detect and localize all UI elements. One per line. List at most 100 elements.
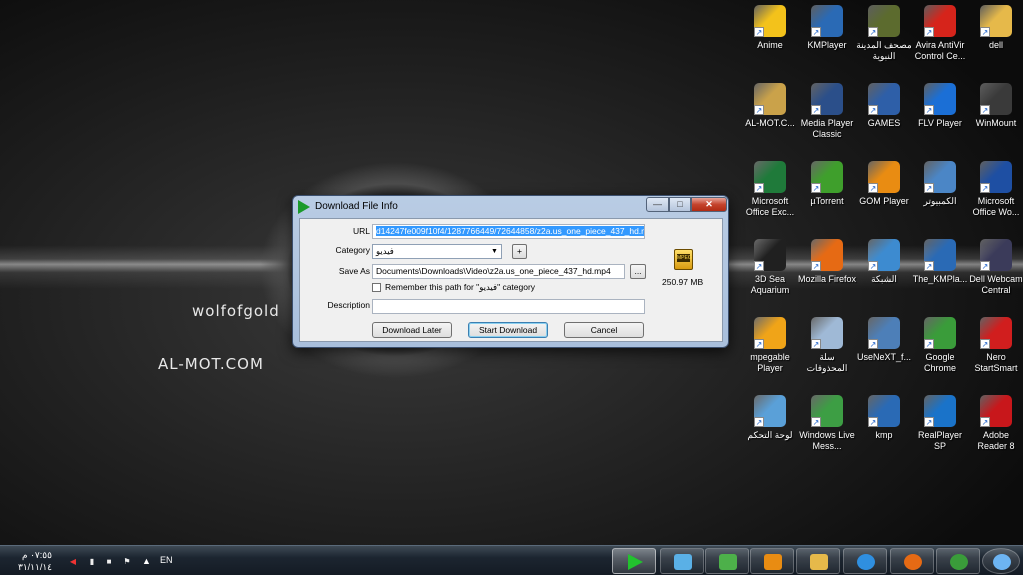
shortcut-arrow-icon: ↗ <box>811 105 821 115</box>
speaker-muted-icon[interactable]: ◀ <box>68 557 78 566</box>
desktop-icon[interactable]: ↗ RealPlayer SP <box>911 395 969 452</box>
desktop-icon[interactable]: ↗ Microsoft Office Exc... <box>741 161 799 218</box>
download-file-info-dialog: Download File Info — □ ✕ URL d14247fe009… <box>292 195 729 348</box>
desktop-icon[interactable]: ↗ Microsoft Office Wo... <box>967 161 1023 218</box>
adobe-reader-icon: ↗ <box>980 395 1012 427</box>
remember-path-label: Remember this path for "فيديو" category <box>385 282 536 292</box>
minimize-button[interactable]: — <box>646 197 669 212</box>
desktop-icon-label: Avira AntiVir Control Ce... <box>914 40 966 61</box>
chrome-icon <box>950 554 968 570</box>
shortcut-arrow-icon: ↗ <box>868 339 878 349</box>
desktop-icon[interactable]: ↗ WinMount <box>967 83 1023 129</box>
desktop-icon[interactable]: ↗ UseNeXT_f... <box>855 317 913 363</box>
shortcut-arrow-icon: ↗ <box>924 261 934 271</box>
desktop-icon[interactable]: ↗ Anime <box>741 5 799 51</box>
shortcut-arrow-icon: ↗ <box>924 339 934 349</box>
save-as-label: Save As <box>338 266 370 276</box>
taskbar-media[interactable] <box>750 548 794 574</box>
taskbar-idm[interactable] <box>612 548 656 574</box>
network-icon: ↗ <box>868 239 900 271</box>
action-center-flag-icon[interactable]: ⚑ <box>122 557 132 566</box>
mpegable-icon: ↗ <box>754 317 786 349</box>
desktop-icon[interactable]: ↗ Adobe Reader 8 <box>967 395 1023 452</box>
shortcut-arrow-icon: ↗ <box>868 417 878 427</box>
desktop-icon[interactable]: ↗ dell <box>967 5 1023 51</box>
download-later-button[interactable]: Download Later <box>372 322 452 338</box>
firefox-icon <box>904 554 922 570</box>
taskbar-paint[interactable] <box>660 548 704 574</box>
desktop-icon[interactable]: ↗ لوحة التحكم <box>741 395 799 441</box>
desktop-icon[interactable]: ↗ Media Player Classic <box>798 83 856 140</box>
desktop-icon[interactable]: ↗ مصحف المدينة النبوية <box>855 5 913 62</box>
close-button[interactable]: ✕ <box>691 197 727 212</box>
shortcut-arrow-icon: ↗ <box>980 27 990 37</box>
shortcut-arrow-icon: ↗ <box>754 183 764 193</box>
desktop-icon[interactable]: ↗ Avira AntiVir Control Ce... <box>911 5 969 62</box>
remember-path-checkbox[interactable] <box>372 283 381 292</box>
folder-icon <box>810 554 828 570</box>
desktop-icon-label: FLV Player <box>918 118 962 128</box>
games-folder-icon: ↗ <box>868 83 900 115</box>
desktop-icon[interactable]: ↗ mpegable Player <box>741 317 799 374</box>
browse-button[interactable]: ... <box>630 264 646 279</box>
battery-icon[interactable]: ■ <box>104 557 114 566</box>
desktop-icon[interactable]: ↗ AL-MOT.C... <box>741 83 799 129</box>
clock-time[interactable]: ٠٧:٥٥ م <box>22 550 52 561</box>
shortcut-arrow-icon: ↗ <box>924 105 934 115</box>
desktop-icon[interactable]: ↗ kmp <box>855 395 913 441</box>
taskbar-start[interactable] <box>982 548 1020 574</box>
shortcut-arrow-icon: ↗ <box>980 339 990 349</box>
language-indicator[interactable]: EN <box>160 555 173 565</box>
category-label: Category <box>335 245 371 255</box>
shortcut-arrow-icon: ↗ <box>980 417 990 427</box>
signal-icon[interactable]: ▮ <box>87 557 97 566</box>
taskbar-chrome[interactable] <box>936 548 980 574</box>
desktop-icon-label: WinMount <box>975 118 1017 128</box>
desktop-icon[interactable]: ↗ الشبكة <box>855 239 913 285</box>
desktop-icon[interactable]: ↗ Nero StartSmart <box>967 317 1023 374</box>
add-category-button[interactable]: + <box>512 244 527 259</box>
category-select[interactable]: فيديو ▼ <box>372 244 502 259</box>
desktop-icon[interactable]: ↗ GOM Player <box>855 161 913 207</box>
taskbar-messenger[interactable] <box>705 548 749 574</box>
taskbar-firefox[interactable] <box>890 548 934 574</box>
recycle-bin-icon: ↗ <box>811 317 843 349</box>
folder-icon: ↗ <box>980 5 1012 37</box>
taskbar: ٠٧:٥٥ م ٣١/١١/١٤ ◀ ▮ ■ ⚑ ▲ EN <box>0 545 1023 575</box>
shortcut-arrow-icon: ↗ <box>980 261 990 271</box>
desktop-icon[interactable]: ↗ µTorrent <box>798 161 856 207</box>
taskbar-ie[interactable] <box>843 548 887 574</box>
desktop-icon[interactable]: ↗ 3D Sea Aquarium <box>741 239 799 296</box>
desktop-icon[interactable]: ↗ GAMES <box>855 83 913 129</box>
desktop-icon-label: GOM Player <box>859 196 909 206</box>
desktop-icon[interactable]: ↗ The_KMPla... <box>911 239 969 285</box>
dialog-titlebar[interactable]: Download File Info — □ ✕ <box>293 196 728 218</box>
desktop-icon-label: Windows Live Mess... <box>799 430 855 451</box>
maximize-button[interactable]: □ <box>669 197 691 212</box>
mpeg-file-icon: MPEG <box>674 249 693 270</box>
desktop-icon[interactable]: ↗ FLV Player <box>911 83 969 129</box>
desktop-icon-label: UseNeXT_f... <box>856 352 912 362</box>
desktop-icon[interactable]: ↗ سلة المحذوفات <box>798 317 856 374</box>
desktop-icon[interactable]: ↗ KMPlayer <box>798 5 856 51</box>
url-field[interactable]: d14247fe009f10f4/1287766449/72644858/z2a… <box>372 224 645 239</box>
wallpaper-text-site: AL-MOT.COM <box>158 355 264 373</box>
desktop-icon-label: Media Player Classic <box>800 118 854 139</box>
kmplayer-icon: ↗ <box>811 5 843 37</box>
save-as-field[interactable]: Documents\Downloads\Video\z2a.us_one_pie… <box>372 264 625 279</box>
description-field[interactable] <box>372 299 645 314</box>
desktop-icon[interactable]: ↗ Mozilla Firefox <box>798 239 856 285</box>
url-label: URL <box>352 226 370 236</box>
desktop-icon[interactable]: ↗ الكمبيوتر <box>911 161 969 207</box>
excel-icon: ↗ <box>754 161 786 193</box>
cancel-button[interactable]: Cancel <box>564 322 644 338</box>
desktop-icon[interactable]: ↗ Dell Webcam Central <box>967 239 1023 296</box>
desktop-icon[interactable]: ↗ Google Chrome <box>911 317 969 374</box>
desktop-icon-label: Dell Webcam Central <box>969 274 1023 295</box>
mpeg-file-icon-label: MPEG <box>677 254 692 262</box>
taskbar-explorer[interactable] <box>796 548 840 574</box>
show-hidden-icons[interactable]: ▲ <box>142 556 151 566</box>
clock-date[interactable]: ٣١/١١/١٤ <box>18 562 52 573</box>
start-download-button[interactable]: Start Download <box>468 322 548 338</box>
desktop-icon[interactable]: ↗ Windows Live Mess... <box>798 395 856 452</box>
